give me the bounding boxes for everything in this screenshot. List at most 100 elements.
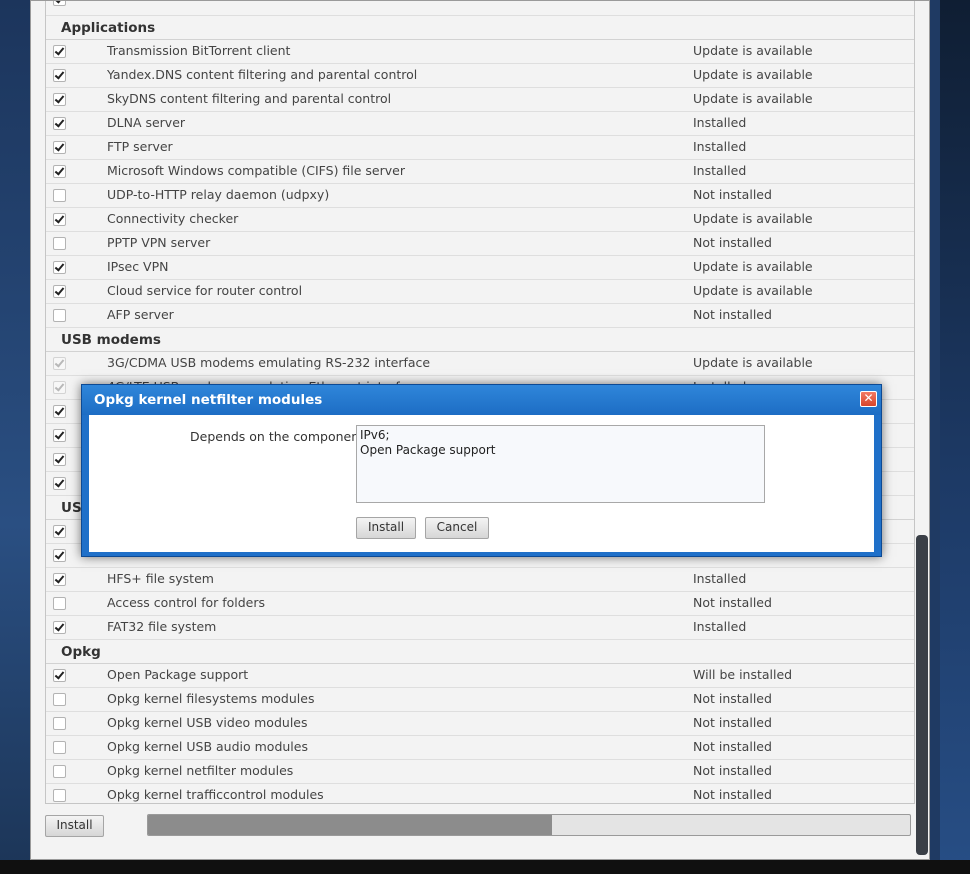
dialog-body: Depends on the components: IPv6; Open Pa… <box>89 415 874 552</box>
component-row: Opkg kernel filesystems modules Not insta… <box>46 688 914 712</box>
component-status: Update is available <box>693 259 813 274</box>
component-status: Not installed <box>693 763 772 778</box>
dialog-title: Opkg kernel netfilter modules <box>94 392 323 408</box>
component-checkbox[interactable] <box>53 669 66 682</box>
component-checkbox[interactable] <box>53 621 66 634</box>
install-progress-bar <box>147 814 911 836</box>
component-checkbox[interactable] <box>53 141 66 154</box>
component-row: Opkg kernel trafficcontrol modules Not in… <box>46 784 914 803</box>
component-status: Update is available <box>693 283 813 298</box>
component-checkbox <box>53 357 66 370</box>
component-status: Not installed <box>693 235 772 250</box>
component-row: Microsoft Windows compatible (CIFS) file… <box>46 160 914 184</box>
component-name: Opkg kernel filesystems modules <box>107 691 315 706</box>
component-checkbox[interactable] <box>53 237 66 250</box>
depends-item: Open Package support <box>360 443 496 457</box>
component-checkbox[interactable] <box>53 741 66 754</box>
component-name: DLNA server <box>107 115 186 130</box>
component-row: DLNA server Installed <box>46 112 914 136</box>
component-checkbox[interactable] <box>53 573 66 586</box>
component-checkbox[interactable] <box>53 117 66 130</box>
component-row: HFS+ file system Installed <box>46 568 914 592</box>
page-scrollbar[interactable] <box>913 0 931 862</box>
dialog-cancel-button[interactable]: Cancel <box>425 517 489 539</box>
component-checkbox[interactable] <box>53 213 66 226</box>
component-checkbox[interactable] <box>53 597 66 610</box>
component-checkbox[interactable] <box>53 45 66 58</box>
install-button[interactable]: Install <box>45 815 104 837</box>
component-name: 3G/CDMA USB modems emulating RS-232 inte… <box>107 355 431 370</box>
component-row: Opkg kernel netfilter modules Not install… <box>46 760 914 784</box>
component-name: FTP server <box>107 139 173 154</box>
component-checkbox[interactable] <box>53 261 66 274</box>
component-row: Yandex.DNS content filtering and parenta… <box>46 64 914 88</box>
component-row: Connectivity checker Update is available <box>46 208 914 232</box>
component-status: Installed <box>693 571 747 586</box>
component-name: Access control for folders <box>107 595 266 610</box>
component-name: AFP server <box>107 307 174 322</box>
component-checkbox[interactable] <box>53 429 66 442</box>
close-icon[interactable]: ✕ <box>860 391 877 407</box>
scrollbar-thumb[interactable] <box>916 535 928 855</box>
component-checkbox[interactable] <box>53 93 66 106</box>
component-status: Update is available <box>693 67 813 82</box>
component-checkbox[interactable] <box>53 405 66 418</box>
component-row: IPIP tunnelsInstalled <box>46 1 914 16</box>
component-name: Transmission BitTorrent client <box>107 43 291 58</box>
section-header: Opkg <box>46 640 914 664</box>
component-name: FAT32 file system <box>107 619 217 634</box>
component-checkbox[interactable] <box>53 549 66 562</box>
component-row: IPsec VPN Update is available <box>46 256 914 280</box>
component-name: Opkg kernel USB audio modules <box>107 739 308 754</box>
component-checkbox[interactable] <box>53 69 66 82</box>
component-checkbox <box>53 381 66 394</box>
section-header: USB modems <box>46 328 914 352</box>
component-row: 3G/CDMA USB modems emulating RS-232 inte… <box>46 352 914 376</box>
component-checkbox[interactable] <box>53 525 66 538</box>
component-row: AFP server Not installed <box>46 304 914 328</box>
component-status: Not installed <box>693 187 772 202</box>
component-name: Cloud service for router control <box>107 283 303 298</box>
component-checkbox[interactable] <box>53 1 66 6</box>
component-checkbox[interactable] <box>53 693 66 706</box>
component-row: Opkg kernel USB audio modules Not install… <box>46 736 914 760</box>
component-checkbox[interactable] <box>53 789 66 802</box>
component-checkbox[interactable] <box>53 765 66 778</box>
component-checkbox[interactable] <box>53 453 66 466</box>
component-status: Installed <box>693 163 747 178</box>
taskbar-strip <box>0 860 970 874</box>
depends-item: IPv6; <box>360 428 390 442</box>
component-row: Opkg kernel USB video modules Not install… <box>46 712 914 736</box>
component-status: Not installed <box>693 739 772 754</box>
desktop-background-left <box>0 0 30 874</box>
component-checkbox[interactable] <box>53 285 66 298</box>
component-status: Update is available <box>693 43 813 58</box>
component-status: Update is available <box>693 355 813 370</box>
component-checkbox[interactable] <box>53 189 66 202</box>
component-name: UDP-to-HTTP relay daemon (udpxy) <box>107 187 330 202</box>
component-checkbox[interactable] <box>53 477 66 490</box>
component-status: Will be installed <box>693 667 793 682</box>
component-row: FTP server Installed <box>46 136 914 160</box>
component-checkbox[interactable] <box>53 717 66 730</box>
component-status: Not installed <box>693 715 772 730</box>
depends-label: Depends on the components: <box>190 429 375 444</box>
component-row: Transmission BitTorrent client Update is … <box>46 40 914 64</box>
section-header: Applications <box>46 16 914 40</box>
component-status: Installed <box>693 139 747 154</box>
component-name: SkyDNS content filtering and parental co… <box>107 91 392 106</box>
component-name: IPsec VPN <box>107 259 169 274</box>
component-status: Update is available <box>693 91 813 106</box>
component-status: Not installed <box>693 787 772 802</box>
component-status: Not installed <box>693 595 772 610</box>
component-status: Not installed <box>693 691 772 706</box>
component-row: Access control for folders Not installed <box>46 592 914 616</box>
component-checkbox[interactable] <box>53 309 66 322</box>
component-name: Yandex.DNS content filtering and parenta… <box>107 67 418 82</box>
depends-list: IPv6; Open Package support <box>356 425 765 503</box>
component-row: Cloud service for router control Update i… <box>46 280 914 304</box>
component-name: HFS+ file system <box>107 571 214 586</box>
component-name: Opkg kernel USB video modules <box>107 715 308 730</box>
dialog-install-button[interactable]: Install <box>356 517 416 539</box>
component-checkbox[interactable] <box>53 165 66 178</box>
